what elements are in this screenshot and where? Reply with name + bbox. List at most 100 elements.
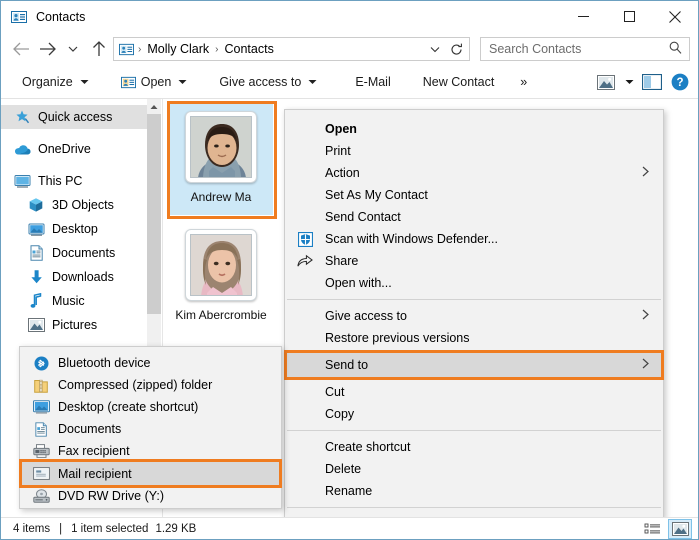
chevron-right-icon [642,166,649,180]
context-menu-item-set-as-my-contact[interactable]: Set As My Contact [285,184,663,206]
desktop-icon [27,222,45,237]
address-bar[interactable]: › Molly Clark › Contacts [113,37,470,61]
submenu-item-label: Bluetooth device [58,356,151,370]
context-menu-item-send-contact[interactable]: Send Contact [285,206,663,228]
menu-item-label: Action [325,166,360,180]
sidebar-label: Documents [52,246,116,260]
sidebar-item-pictures[interactable]: Pictures [1,313,147,337]
view-options-icon[interactable] [592,69,620,95]
scrollbar-thumb[interactable] [147,114,161,314]
menu-item-label: Scan with Windows Defender... [325,232,498,246]
sidebar-item-this-pc[interactable]: This PC [1,169,147,193]
search-placeholder: Search Contacts [489,42,582,56]
sidebar-label: Desktop [52,222,98,236]
recent-locations-button[interactable] [60,36,86,62]
more-commands-button[interactable]: » [511,69,536,95]
breadcrumb-item-user[interactable]: Molly Clark [145,42,211,56]
avatar [190,234,252,296]
submenu-item-label: DVD RW Drive (Y:) [58,489,165,503]
context-menu-item-send-to[interactable]: Send to [285,353,663,377]
status-size: 1.29 KB [155,523,197,535]
submenu-item-label: Mail recipient [58,466,132,481]
chevron-right-icon [642,358,649,372]
list-item-label: Andrew Ma [190,190,252,204]
breadcrumb-separator: › [138,43,142,55]
sidebar-item-downloads[interactable]: Downloads [1,265,147,289]
sidebar-item-music[interactable]: Music [1,289,147,313]
close-button[interactable] [652,1,698,32]
help-icon[interactable]: ? [666,69,694,95]
context-menu[interactable]: Open Print Action Set As My Contact Send… [284,109,664,531]
sidebar-item-3d-objects[interactable]: 3D Objects [1,193,147,217]
context-menu-item-create-shortcut[interactable]: Create shortcut [285,436,663,458]
menu-item-label: Give access to [325,309,407,323]
back-button[interactable] [8,36,34,62]
preview-pane-icon[interactable] [638,69,666,95]
menu-item-label: Open with... [325,276,392,290]
music-note-icon [27,293,45,309]
submenu-item-bluetooth-device[interactable]: Bluetooth device [20,352,281,374]
context-menu-item-rename[interactable]: Rename [285,480,663,502]
breadcrumb-item-contacts[interactable]: Contacts [223,42,276,56]
context-menu-item-print[interactable]: Print [285,140,663,162]
context-menu-item-give-access-to[interactable]: Give access to [285,305,663,327]
maximize-button[interactable] [606,1,652,32]
submenu-item-documents[interactable]: Documents [20,418,281,440]
context-menu-item-cut[interactable]: Cut [285,381,663,403]
search-input[interactable]: Search Contacts [480,37,690,61]
sidebar-item-onedrive[interactable]: OneDrive [1,137,147,161]
download-arrow-icon [27,269,45,285]
context-menu-item-share[interactable]: Share [285,250,663,272]
new-contact-button[interactable]: New Contact [414,69,504,95]
list-item[interactable]: Kim Abercrombie [169,221,273,333]
context-menu-item-scan-with-windows-defender[interactable]: Scan with Windows Defender... [285,228,663,250]
context-menu-item-action[interactable]: Action [285,162,663,184]
mail-icon [32,466,50,482]
submenu-item-mail-recipient[interactable]: Mail recipient [20,462,281,485]
list-item[interactable]: Andrew Ma [169,103,273,215]
desktop-icon [32,399,50,415]
sidebar-item-quick-access[interactable]: Quick access [1,105,147,129]
context-menu-item-copy[interactable]: Copy [285,403,663,425]
give-access-to-label: Give access to [219,75,302,89]
chevron-down-icon [308,78,317,87]
submenu-item-desktop-create-shortcut[interactable]: Desktop (create shortcut) [20,396,281,418]
navigation-bar: › Molly Clark › Contacts Search Contacts [1,32,698,66]
context-menu-item-open[interactable]: Open [285,118,663,140]
sidebar-item-desktop[interactable]: Desktop [1,217,147,241]
send-to-submenu[interactable]: Bluetooth device Compressed (zipped) fol… [19,346,282,509]
context-menu-item-open-with[interactable]: Open with... [285,272,663,294]
menu-item-label: Set As My Contact [325,188,428,202]
view-options-caret-icon[interactable] [620,69,638,95]
organize-button[interactable]: Organize [13,69,98,95]
sidebar-label: Pictures [52,318,98,332]
forward-button[interactable] [34,36,60,62]
context-menu-item-delete[interactable]: Delete [285,458,663,480]
minimize-button[interactable] [560,1,606,32]
contacts-icon [118,41,134,57]
document-icon [32,421,50,437]
submenu-item-fax-recipient[interactable]: Fax recipient [20,440,281,462]
email-button[interactable]: E-Mail [346,69,399,95]
sidebar-item-documents[interactable]: Documents [1,241,147,265]
chevron-down-icon[interactable] [425,46,445,53]
share-icon [297,253,313,269]
large-icons-view-button[interactable] [668,519,692,539]
shield-icon [297,231,313,247]
context-menu-item-restore-previous-versions[interactable]: Restore previous versions [285,327,663,349]
navigation-pane-scrollbar[interactable] [147,99,161,349]
refresh-icon[interactable] [445,43,467,56]
submenu-item-compressed-folder[interactable]: Compressed (zipped) folder [20,374,281,396]
submenu-item-dvd-rw-drive[interactable]: DVD RW Drive (Y:) [20,485,281,507]
up-button[interactable] [86,36,112,62]
give-access-to-button[interactable]: Give access to [210,69,326,95]
open-button[interactable]: Open [112,69,197,95]
window-title: Contacts [36,9,86,24]
sidebar-label: OneDrive [38,142,91,156]
zip-folder-icon [32,377,50,393]
svg-text:?: ? [676,77,683,89]
menu-item-label: Send to [325,358,369,372]
menu-item-label: Create shortcut [325,440,411,454]
scroll-up-arrow-icon[interactable] [147,99,161,114]
details-view-button[interactable] [641,519,665,539]
